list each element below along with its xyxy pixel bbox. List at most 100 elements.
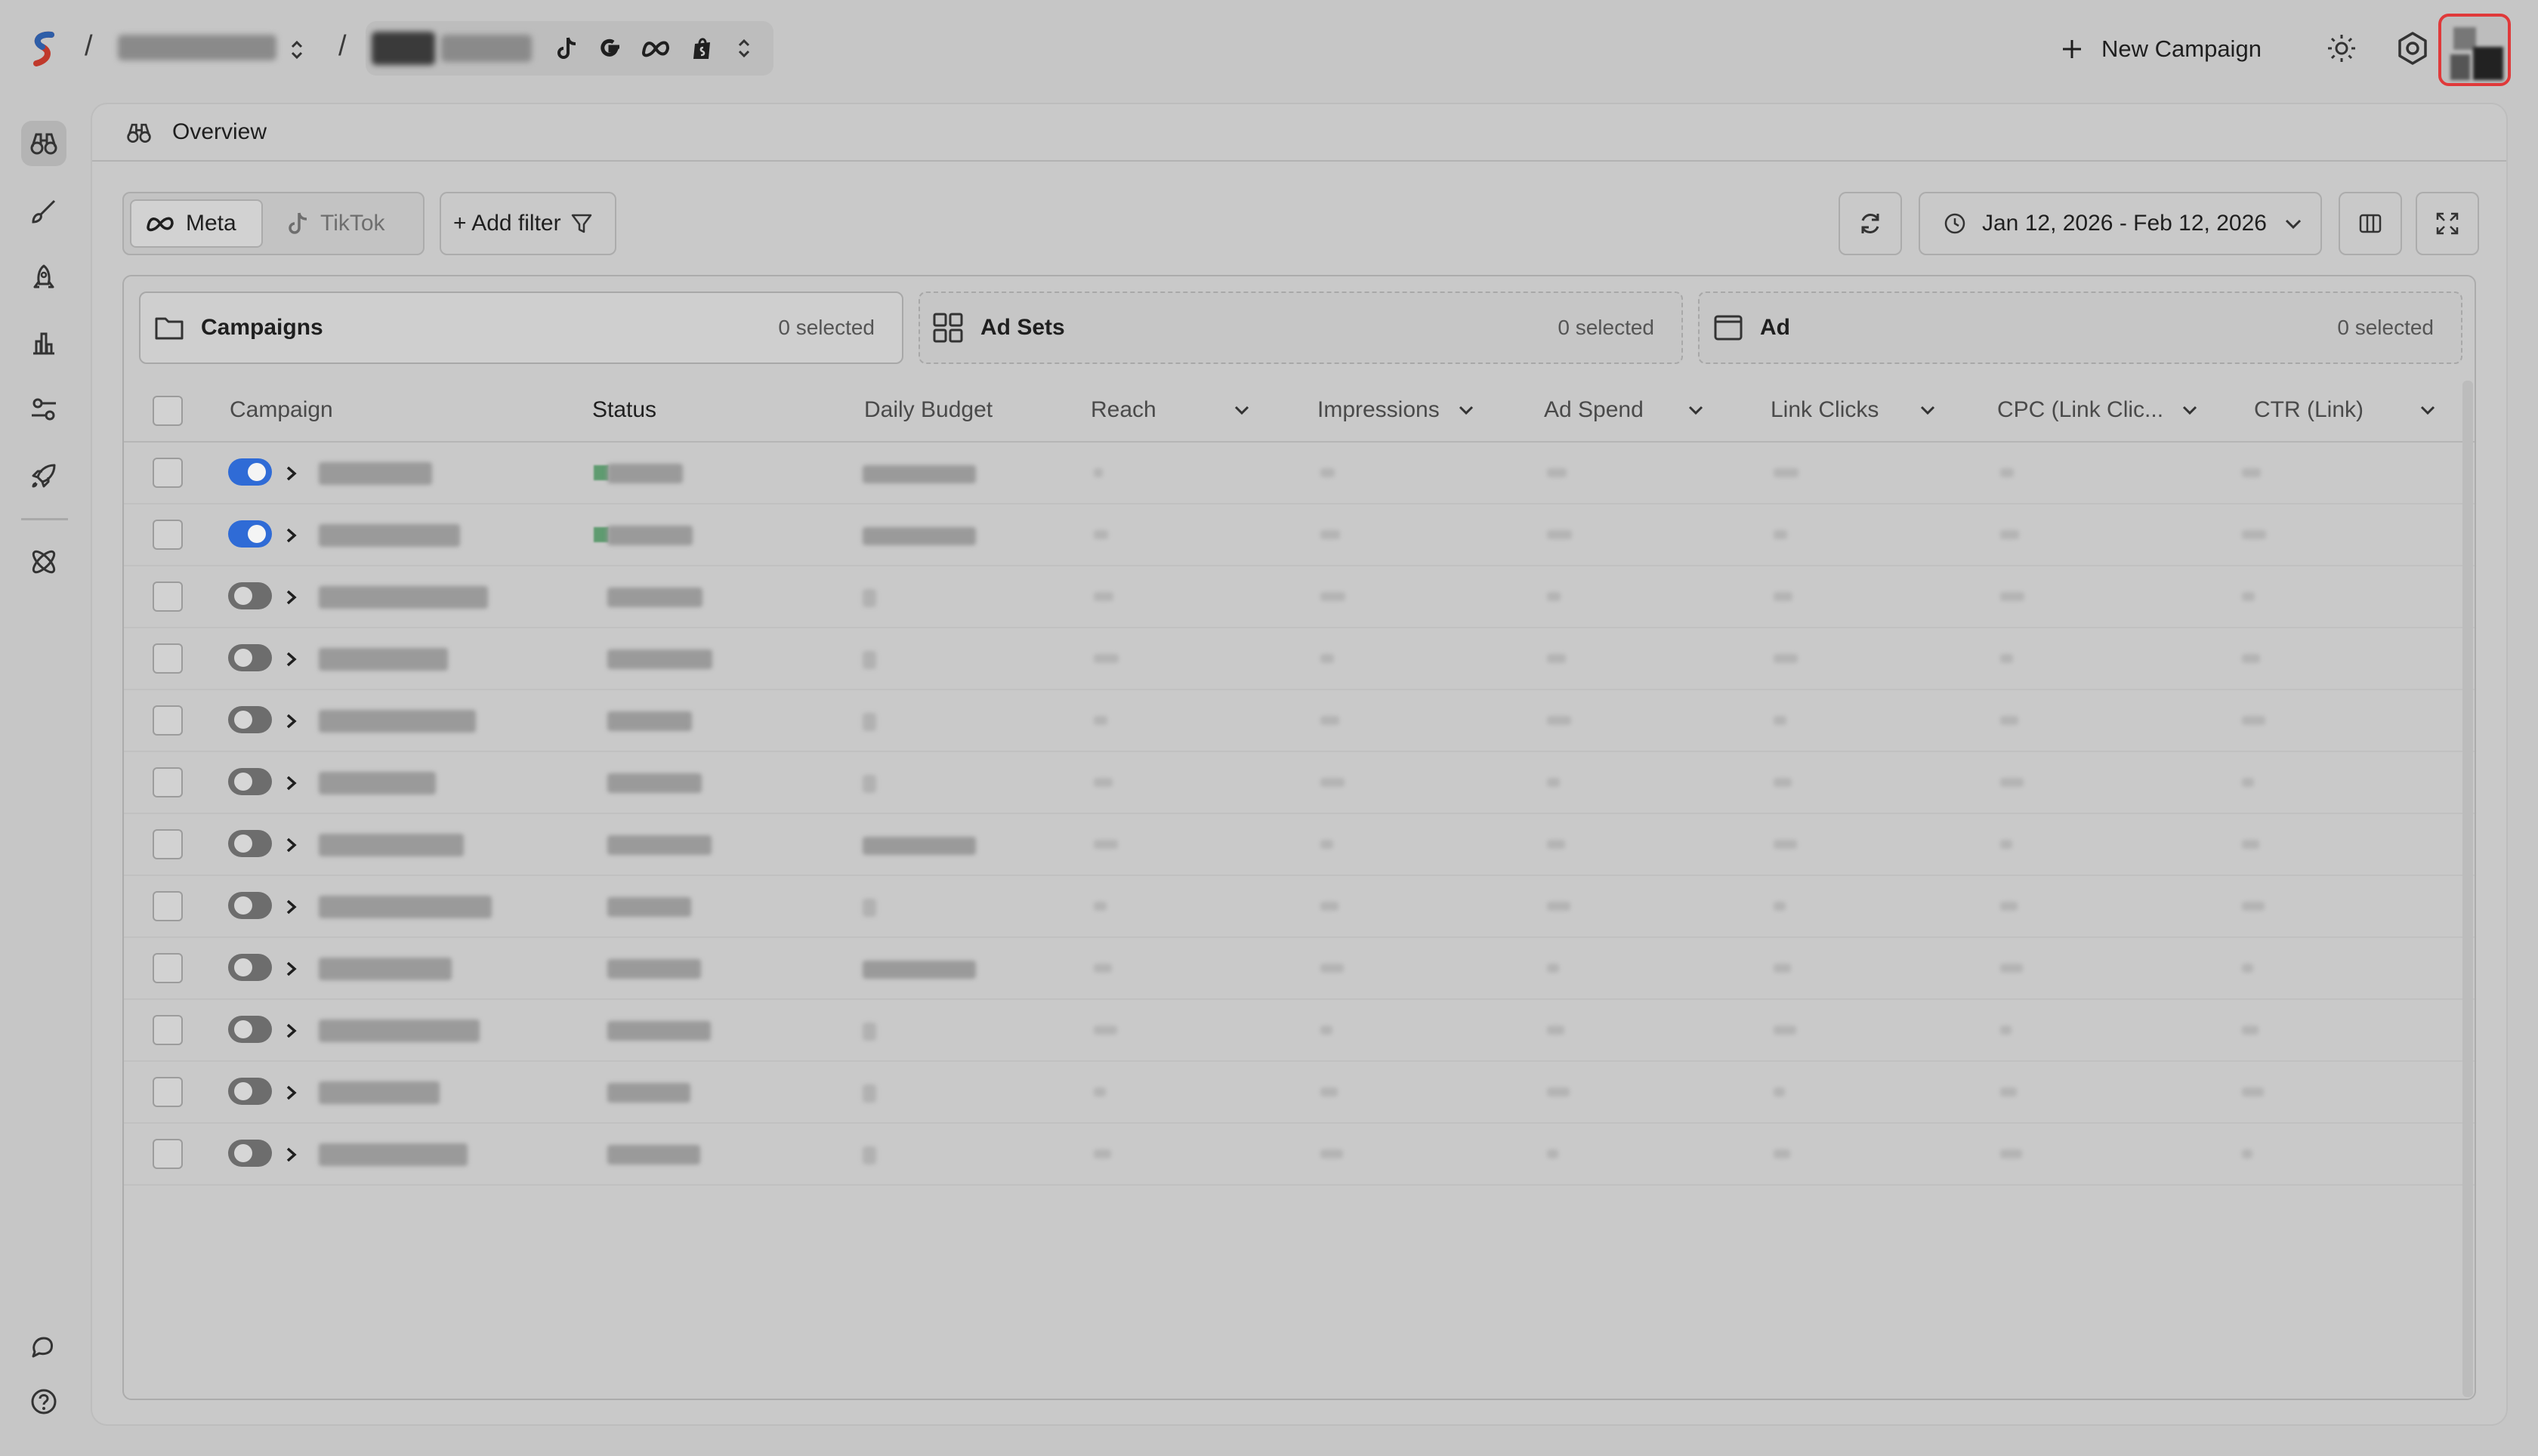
nav-overview[interactable] xyxy=(21,121,66,166)
row-checkbox[interactable] xyxy=(153,1077,183,1107)
row-checkbox[interactable] xyxy=(153,643,183,674)
campaign-name[interactable] xyxy=(319,586,488,609)
nav-campaigns[interactable] xyxy=(21,453,66,498)
row-checkbox[interactable] xyxy=(153,1139,183,1169)
chevron-right-icon[interactable] xyxy=(283,957,301,981)
table-row[interactable] xyxy=(124,566,2475,628)
campaign-name[interactable] xyxy=(319,896,492,918)
column-header[interactable]: Link Clicks xyxy=(1771,397,1937,423)
campaign-name[interactable] xyxy=(319,1081,440,1104)
new-campaign-button[interactable]: New Campaign xyxy=(2061,29,2262,69)
table-row[interactable] xyxy=(124,876,2475,938)
select-all-checkbox[interactable] xyxy=(153,396,183,426)
platform-tab-tiktok[interactable]: TikTok xyxy=(272,199,420,248)
chevron-right-icon[interactable] xyxy=(283,461,301,486)
campaign-name[interactable] xyxy=(319,958,452,980)
table-row[interactable] xyxy=(124,443,2475,504)
column-header[interactable]: Impressions xyxy=(1317,397,1476,423)
gear-icon[interactable] xyxy=(2394,30,2431,66)
chevron-down-icon[interactable] xyxy=(1232,400,1252,420)
table-row[interactable] xyxy=(124,752,2475,814)
campaign-toggle[interactable] xyxy=(228,582,272,609)
campaign-name[interactable] xyxy=(319,834,464,856)
chevron-right-icon[interactable] xyxy=(283,771,301,795)
table-row[interactable] xyxy=(124,628,2475,690)
row-checkbox[interactable] xyxy=(153,953,183,983)
chevron-right-icon[interactable] xyxy=(283,647,301,671)
campaign-name[interactable] xyxy=(319,524,460,547)
campaign-name[interactable] xyxy=(319,1020,480,1042)
table-row[interactable] xyxy=(124,1000,2475,1062)
workspace-switcher-icon[interactable] xyxy=(287,35,307,65)
chevron-right-icon[interactable] xyxy=(283,833,301,857)
chevron-down-icon[interactable] xyxy=(1686,400,1706,420)
nav-launch[interactable] xyxy=(21,255,66,301)
row-checkbox[interactable] xyxy=(153,1015,183,1045)
row-checkbox[interactable] xyxy=(153,891,183,921)
avatar[interactable] xyxy=(2438,14,2511,86)
refresh-button[interactable] xyxy=(1839,192,1902,255)
chevron-right-icon[interactable] xyxy=(283,1143,301,1167)
chevron-right-icon[interactable] xyxy=(283,1081,301,1105)
table-row[interactable] xyxy=(124,1062,2475,1124)
nav-help[interactable] xyxy=(21,1379,66,1424)
row-checkbox[interactable] xyxy=(153,767,183,797)
chevron-down-icon[interactable] xyxy=(1456,400,1476,420)
column-header[interactable]: Daily Budget xyxy=(864,397,993,423)
campaign-name[interactable] xyxy=(319,710,476,733)
table-row[interactable] xyxy=(124,938,2475,1000)
column-header[interactable]: Campaign xyxy=(230,397,333,423)
campaign-toggle[interactable] xyxy=(228,520,272,548)
columns-button[interactable] xyxy=(2339,192,2402,255)
level-card-ad[interactable]: Ad 0 selected xyxy=(1698,292,2462,364)
chevron-down-icon[interactable] xyxy=(1918,400,1937,420)
campaign-toggle[interactable] xyxy=(228,1140,272,1167)
add-filter-button[interactable]: + Add filter xyxy=(440,192,616,255)
table-row[interactable] xyxy=(124,690,2475,752)
chevron-right-icon[interactable] xyxy=(283,585,301,609)
row-checkbox[interactable] xyxy=(153,458,183,488)
table-row[interactable] xyxy=(124,504,2475,566)
row-checkbox[interactable] xyxy=(153,581,183,612)
level-card-campaigns[interactable]: Campaigns 0 selected xyxy=(139,292,903,364)
nav-reports[interactable] xyxy=(21,320,66,366)
level-card-ad-sets[interactable]: Ad Sets 0 selected xyxy=(919,292,1683,364)
campaign-toggle[interactable] xyxy=(228,458,272,486)
app-logo-icon[interactable] xyxy=(29,30,59,68)
campaign-toggle[interactable] xyxy=(228,892,272,919)
campaign-toggle[interactable] xyxy=(228,830,272,857)
table-row[interactable] xyxy=(124,814,2475,876)
chevron-down-icon[interactable] xyxy=(2418,400,2438,420)
chevron-down-icon[interactable] xyxy=(2180,400,2200,420)
chevron-right-icon[interactable] xyxy=(283,895,301,919)
nav-rules[interactable] xyxy=(21,387,66,432)
workspace-name[interactable] xyxy=(118,35,276,60)
column-header[interactable]: CPC (Link Clic... xyxy=(1997,397,2200,423)
sun-icon[interactable] xyxy=(2323,30,2360,66)
date-range-picker[interactable]: Jan 12, 2026 - Feb 12, 2026 xyxy=(1919,192,2322,255)
campaign-toggle[interactable] xyxy=(228,644,272,671)
campaign-toggle[interactable] xyxy=(228,954,272,981)
table-scrollbar[interactable] xyxy=(2462,381,2473,1397)
campaign-name[interactable] xyxy=(319,462,432,485)
row-checkbox[interactable] xyxy=(153,520,183,550)
column-header[interactable]: Reach xyxy=(1091,397,1252,423)
campaign-toggle[interactable] xyxy=(228,1078,272,1105)
nav-chat[interactable] xyxy=(21,1325,66,1370)
column-header[interactable]: CTR (Link) xyxy=(2254,397,2438,423)
table-row[interactable] xyxy=(124,1124,2475,1186)
campaign-toggle[interactable] xyxy=(228,1016,272,1043)
campaign-name[interactable] xyxy=(319,648,448,671)
row-checkbox[interactable] xyxy=(153,705,183,736)
chevron-right-icon[interactable] xyxy=(283,1019,301,1043)
nav-creative[interactable] xyxy=(21,189,66,234)
campaign-toggle[interactable] xyxy=(228,706,272,733)
nav-integrations[interactable] xyxy=(21,539,66,585)
campaign-toggle[interactable] xyxy=(228,768,272,795)
platform-tab-meta[interactable]: Meta xyxy=(130,199,263,248)
campaign-name[interactable] xyxy=(319,772,436,794)
row-checkbox[interactable] xyxy=(153,829,183,859)
column-header[interactable]: Status xyxy=(592,397,656,423)
chevron-right-icon[interactable] xyxy=(283,523,301,548)
column-header[interactable]: Ad Spend xyxy=(1544,397,1706,423)
